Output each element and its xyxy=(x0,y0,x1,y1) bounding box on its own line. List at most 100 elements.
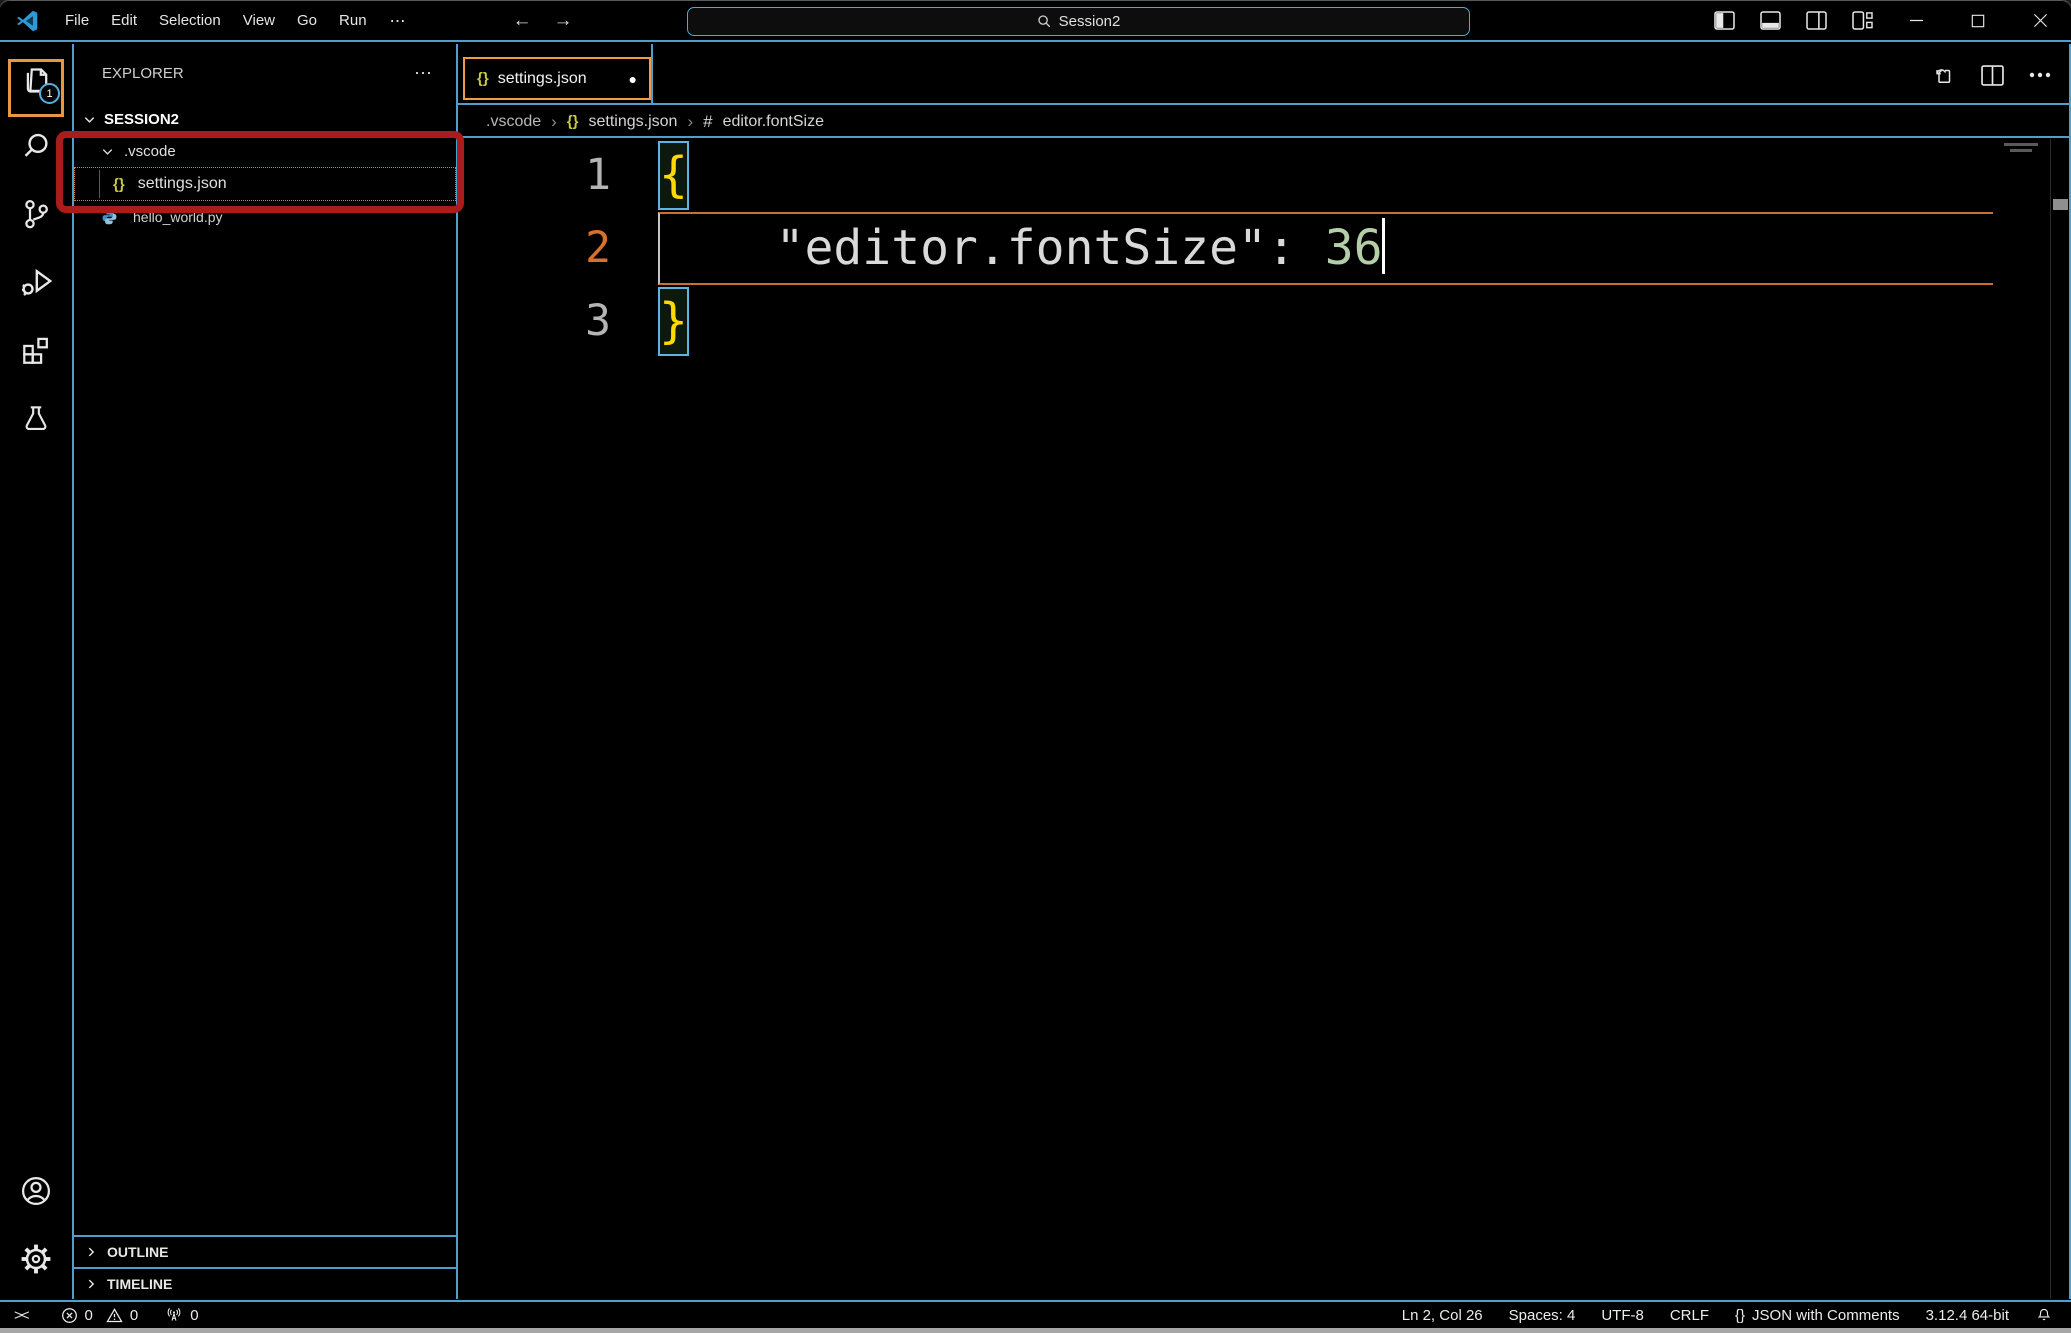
settings-json-label: settings.json xyxy=(138,175,227,193)
breadcrumb-file[interactable]: settings.json xyxy=(589,113,678,131)
search-icon xyxy=(1037,14,1052,29)
minimap-line xyxy=(2010,149,2032,152)
window-bottom-edge xyxy=(0,1328,2071,1333)
hello-world-py-label: hello_world.py xyxy=(133,209,223,225)
vscode-logo-icon xyxy=(14,8,40,34)
remote-icon: >< xyxy=(14,1307,28,1324)
line-number-1: 1 xyxy=(458,139,658,212)
breadcrumb-folder[interactable]: .vscode xyxy=(486,113,541,131)
tab-settings-json[interactable]: {} settings.json ● xyxy=(463,57,651,100)
explorer-more-actions-icon[interactable]: ⋯ xyxy=(414,63,434,84)
customize-layout-icon[interactable] xyxy=(1839,1,1885,40)
problems-indicator[interactable]: 0 0 xyxy=(61,1307,139,1324)
settings-gear-icon[interactable] xyxy=(0,1225,72,1293)
current-line-highlight: "editor.fontSize": 36 xyxy=(658,212,1993,285)
close-brace-token: } xyxy=(658,287,689,356)
status-cursor-position[interactable]: Ln 2, Col 26 xyxy=(1402,1307,1483,1324)
toggle-secondary-sidebar-icon[interactable] xyxy=(1793,1,1839,40)
tree-item-hello-world-py[interactable]: hello_world.py xyxy=(74,201,456,233)
code-line-2: 2 "editor.fontSize": 36 xyxy=(458,212,2047,285)
workspace-root-session2[interactable]: SESSION2 xyxy=(74,103,456,135)
split-editor-icon[interactable] xyxy=(1973,57,2011,93)
run-debug-view-icon[interactable] xyxy=(0,248,72,316)
text-cursor xyxy=(1382,218,1385,274)
status-language-mode[interactable]: {} JSON with Comments xyxy=(1735,1307,1900,1324)
status-bar: >< 0 0 xyxy=(0,1300,2071,1328)
chevron-right-icon xyxy=(84,1277,98,1291)
outline-label: OUTLINE xyxy=(107,1244,168,1260)
extensions-view-icon[interactable] xyxy=(0,316,72,384)
menu-file[interactable]: File xyxy=(54,7,100,34)
indent-token xyxy=(660,214,776,283)
menu-edit[interactable]: Edit xyxy=(100,7,148,34)
status-encoding[interactable]: UTF-8 xyxy=(1601,1307,1644,1324)
bell-icon xyxy=(2035,1306,2053,1324)
nav-back-icon[interactable]: ← xyxy=(509,10,536,32)
ports-count: 0 xyxy=(190,1307,198,1324)
code-editor[interactable]: 1 { 2 "editor.fontSize": 36 3 } xyxy=(458,139,2047,1299)
search-value: Session2 xyxy=(1059,13,1121,30)
chevron-right-icon xyxy=(84,1245,98,1259)
breadcrumb-symbol[interactable]: editor.fontSize xyxy=(723,113,824,131)
dirty-indicator-icon[interactable]: ● xyxy=(629,71,637,87)
workspace-label: SESSION2 xyxy=(104,111,179,128)
status-indentation[interactable]: Spaces: 4 xyxy=(1509,1307,1576,1324)
toggle-primary-sidebar-icon[interactable] xyxy=(1701,1,1747,40)
json-file-icon: {} xyxy=(477,70,489,87)
code-line-3: 3 } xyxy=(458,285,2047,358)
editor-more-actions-icon[interactable] xyxy=(2021,57,2059,93)
status-python-version[interactable]: 3.12.4 64-bit xyxy=(1926,1307,2009,1324)
python-file-icon xyxy=(101,209,118,226)
search-view-icon[interactable] xyxy=(0,112,72,180)
menu-more-icon[interactable]: ⋯ xyxy=(378,6,419,36)
title-bar: File Edit Selection View Go Run ⋯ ← → Se… xyxy=(0,1,2071,42)
status-eol[interactable]: CRLF xyxy=(1670,1307,1709,1324)
menu-view[interactable]: View xyxy=(232,7,286,34)
minimize-button[interactable] xyxy=(1885,1,1947,40)
json-file-icon: {} xyxy=(113,176,125,193)
symbol-number-icon: # xyxy=(703,112,712,132)
notifications-bell[interactable] xyxy=(2035,1306,2053,1324)
breadcrumb-separator: › xyxy=(551,112,557,132)
radio-tower-icon xyxy=(165,1306,183,1324)
timeline-label: TIMELINE xyxy=(107,1276,172,1292)
scrollbar-slider[interactable] xyxy=(2053,199,2068,210)
account-icon[interactable] xyxy=(0,1157,72,1225)
error-icon xyxy=(61,1307,78,1324)
ports-indicator[interactable]: 0 xyxy=(165,1306,198,1324)
open-brace-token: { xyxy=(658,141,689,210)
open-settings-ui-icon[interactable] xyxy=(1925,57,1963,93)
value-token: 36 xyxy=(1325,214,1383,283)
indent-guide xyxy=(99,170,100,198)
breadcrumb: .vscode › {} settings.json › # editor.fo… xyxy=(458,107,2069,138)
minimap[interactable] xyxy=(2004,143,2038,146)
sidebar-title: EXPLORER xyxy=(102,65,184,82)
tree-item-settings-json[interactable]: {} settings.json xyxy=(74,167,456,201)
line-number-2: 2 xyxy=(458,212,658,285)
tree-item-vscode-folder[interactable]: .vscode xyxy=(74,135,456,167)
close-button[interactable] xyxy=(2009,1,2071,40)
remote-indicator[interactable]: >< xyxy=(14,1307,28,1324)
code-line-1: 1 { xyxy=(458,139,2047,212)
testing-view-icon[interactable] xyxy=(0,384,72,452)
vscode-window: File Edit Selection View Go Run ⋯ ← → Se… xyxy=(0,0,2071,1333)
timeline-section-header[interactable]: TIMELINE xyxy=(74,1267,456,1299)
menu-go[interactable]: Go xyxy=(286,7,328,34)
chevron-down-icon xyxy=(82,112,97,127)
source-control-view-icon[interactable] xyxy=(0,180,72,248)
folder-label: .vscode xyxy=(124,143,176,160)
nav-forward-icon[interactable]: → xyxy=(550,10,577,32)
explorer-sidebar: EXPLORER ⋯ SESSION2 .vscode {} settings.… xyxy=(72,44,458,1299)
menu-run[interactable]: Run xyxy=(328,7,378,34)
command-center-search[interactable]: Session2 xyxy=(687,7,1470,36)
outline-section-header[interactable]: OUTLINE xyxy=(74,1235,456,1267)
menu-selection[interactable]: Selection xyxy=(148,7,232,34)
editor-group: {} settings.json ● xyxy=(458,44,2071,1299)
warning-icon xyxy=(106,1307,123,1324)
toggle-panel-icon[interactable] xyxy=(1747,1,1793,40)
json-file-icon: {} xyxy=(567,113,579,130)
maximize-button[interactable] xyxy=(1947,1,2009,40)
error-count: 0 xyxy=(85,1307,93,1324)
tab-separator xyxy=(651,44,653,103)
colon-token: : xyxy=(1267,214,1296,283)
